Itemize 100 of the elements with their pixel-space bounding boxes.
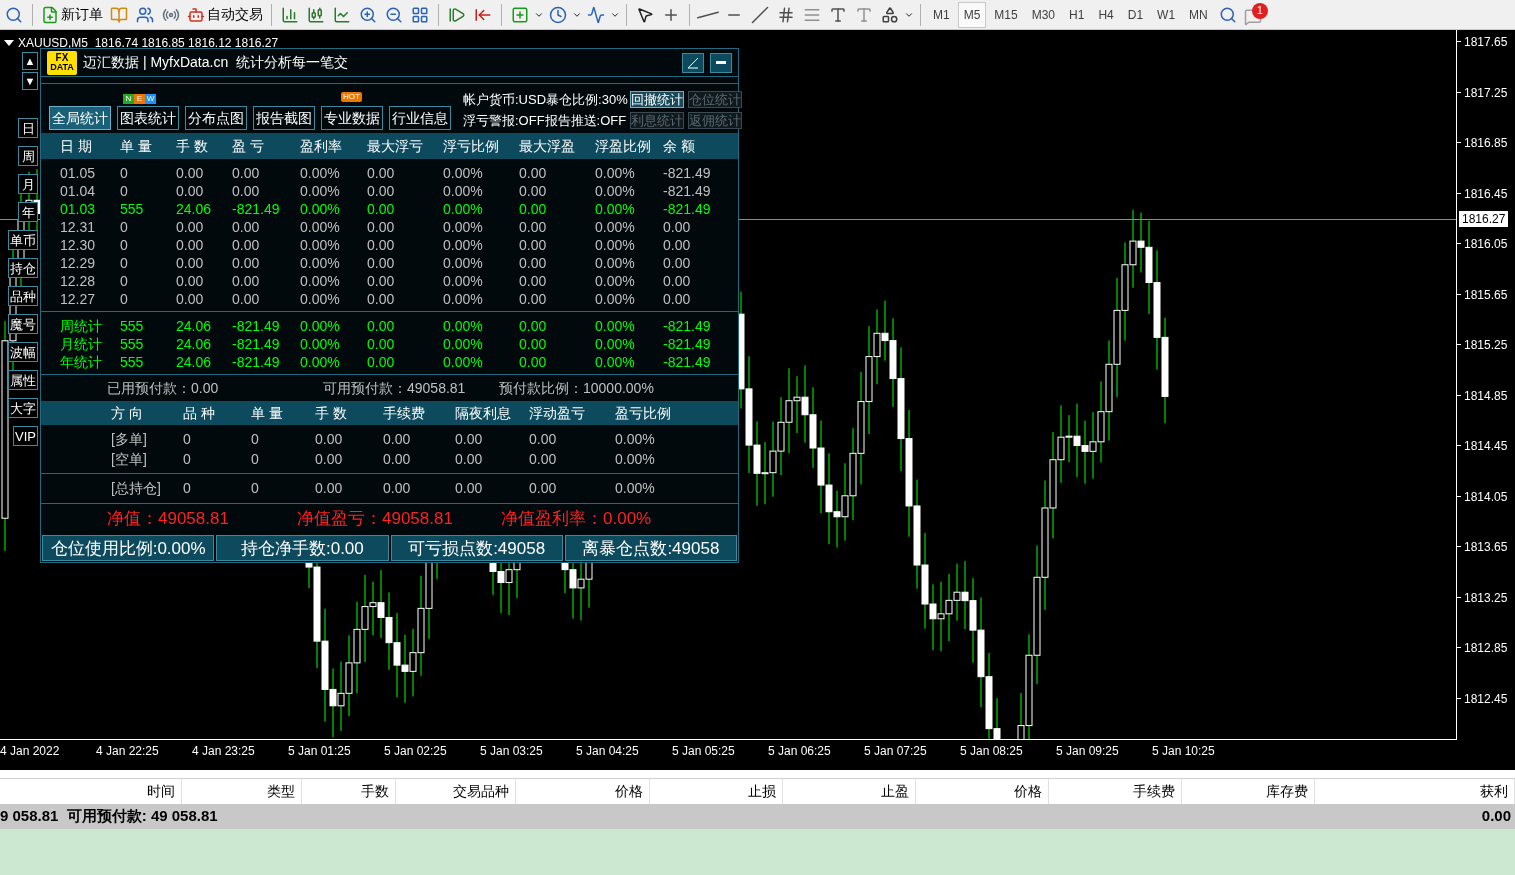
balance-text: 9 058.81 可用预付款: 49 058.81 xyxy=(0,806,218,827)
table-cell-text: 0.00% xyxy=(443,182,484,201)
scroll-button[interactable]: ▼ xyxy=(22,72,38,90)
collapse-triangle-icon[interactable] xyxy=(4,40,14,46)
time-label: 5 Jan 09:25 xyxy=(1056,744,1119,758)
table-cell-text: -821.49 xyxy=(232,317,281,336)
timeframe-button[interactable]: W1 xyxy=(1151,1,1182,28)
price-label: 1812.45 xyxy=(1464,690,1508,708)
margin-text: 可用预付款：49058.81 xyxy=(323,378,467,398)
table-cell-text: 0.00 xyxy=(367,290,396,309)
time-label: 5 Jan 06:25 xyxy=(768,744,831,758)
price-label: 1812.85 xyxy=(1464,640,1508,657)
stat-summary-button[interactable]: 离暴仓点数:49058 xyxy=(564,535,737,561)
table-cell-text: 0.00 xyxy=(176,236,205,255)
column-header: 交易品种 xyxy=(453,782,509,801)
column-header: 浮盈比例 xyxy=(595,136,652,156)
table-cell-text: 0 xyxy=(183,450,192,469)
table-cell-text: 0.00% xyxy=(595,290,636,309)
auto-trading-button[interactable]: 自动交易 xyxy=(185,1,265,28)
side-button[interactable]: 持仓 xyxy=(8,258,38,278)
price-label: 1814.45 xyxy=(1464,438,1508,455)
table-cell-text: 0.00 xyxy=(367,236,396,255)
info-text: 浮亏警报:OFF报告推送:OFF xyxy=(463,111,626,130)
timeframe-button[interactable]: MN xyxy=(1183,1,1214,28)
table-cell-text: 0.00 xyxy=(176,254,205,273)
stat-summary-button[interactable]: 可亏损点数:49058 xyxy=(390,535,563,561)
table-cell-text: 24.06 xyxy=(176,200,213,219)
info-text: 帐户货币:USD暴仓比例:30% xyxy=(463,91,626,109)
table-cell-text: 0.00% xyxy=(300,272,341,291)
table-cell-text: -821.49 xyxy=(663,182,712,201)
side-button[interactable]: 属性 xyxy=(8,370,38,390)
stat-summary-button[interactable]: 仓位使用比例:0.00% xyxy=(42,535,215,561)
side-button[interactable]: 大字 xyxy=(8,398,38,418)
table-cell-text: 12.30 xyxy=(60,236,97,255)
tab[interactable]: 图表统计 xyxy=(117,106,179,130)
table-cell-text: 0.00 xyxy=(519,164,548,183)
column-header: 库存费 xyxy=(1266,782,1308,801)
side-button[interactable]: 魔号 xyxy=(8,314,38,334)
timeframe-button[interactable]: D1 xyxy=(1121,1,1150,28)
table-cell-text: -821.49 xyxy=(663,335,712,354)
table-cell-text: -821.49 xyxy=(663,200,712,219)
table-cell-text: 0.00 xyxy=(663,272,692,291)
table-cell-text: 0.00% xyxy=(443,164,484,183)
side-button[interactable]: 周 xyxy=(18,146,38,166)
table-cell-text: 0.00% xyxy=(443,272,484,291)
timeframe-button[interactable]: M5 xyxy=(957,1,987,28)
table-cell-text: 0.00% xyxy=(615,479,656,498)
timeframe-button[interactable]: H1 xyxy=(1063,1,1091,28)
table-cell-text: 01.05 xyxy=(60,164,97,183)
scroll-button[interactable]: ▲ xyxy=(22,52,38,70)
timeframe-button[interactable]: H4 xyxy=(1092,1,1120,28)
stat-button[interactable]: 回撤统计 xyxy=(630,91,684,109)
tab[interactable]: 专业数据 xyxy=(321,106,383,130)
timeframe-button[interactable]: M30 xyxy=(1025,1,1062,28)
robot-icon xyxy=(187,5,205,24)
table-cell-text: 12.27 xyxy=(60,290,97,309)
table-cell-text: 12.28 xyxy=(60,272,97,291)
time-label: 5 Jan 05:25 xyxy=(672,744,735,758)
table-cell-text: 月统计 xyxy=(60,335,103,354)
tab[interactable]: 分布点图 xyxy=(185,106,247,130)
table-cell-text: 0.00 xyxy=(315,479,344,498)
column-header: 品 种 xyxy=(183,403,216,423)
column-header: 止盈 xyxy=(881,782,909,801)
table-cell-text: 0.00% xyxy=(443,335,484,354)
table-cell-text: 0.00 xyxy=(519,290,548,309)
table-cell-text: 0.00 xyxy=(519,272,548,291)
table-cell-text: 0.00 xyxy=(232,182,261,201)
side-button[interactable]: 年 xyxy=(18,202,38,222)
side-button[interactable]: VIP xyxy=(13,426,38,446)
column-header: 价格 xyxy=(1014,782,1042,801)
tab[interactable]: 全局统计 xyxy=(49,106,111,130)
panel-title: 迈汇数据 | MyfxData.cn 统计分析每一笔交 xyxy=(83,53,349,72)
minimize-button[interactable] xyxy=(710,52,732,73)
table-cell-text: 24.06 xyxy=(176,317,213,336)
edit-button[interactable] xyxy=(682,52,704,73)
chat-icon[interactable] xyxy=(1243,7,1262,26)
timeframe-button[interactable]: M15 xyxy=(988,1,1024,28)
table-cell-text: 0.00% xyxy=(443,290,484,309)
side-button[interactable]: 单币 xyxy=(8,230,38,250)
side-button[interactable]: 品种 xyxy=(8,286,38,306)
stat-summary-button[interactable]: 持仓净手数:0.00 xyxy=(216,535,389,561)
table-cell-text: 0.00 xyxy=(383,430,412,449)
price-label: 1816.45 xyxy=(1464,185,1508,203)
time-label: 5 Jan 07:25 xyxy=(864,744,927,758)
table-cell-text: 0 xyxy=(120,254,129,273)
table-cell-text: 0.00 xyxy=(315,450,344,469)
timeframe-button[interactable]: M1 xyxy=(927,1,956,28)
tab[interactable]: 报告截图 xyxy=(253,106,315,130)
side-button[interactable]: 月 xyxy=(18,174,38,194)
table-cell-text: 0.00 xyxy=(367,218,396,237)
side-button[interactable]: 日 xyxy=(18,118,38,138)
table-cell-text: 0.00 xyxy=(367,182,396,201)
new-order-button[interactable]: 新订单 xyxy=(39,1,105,28)
table-cell-text: 0.00 xyxy=(367,200,396,219)
side-button[interactable]: 波幅 xyxy=(8,342,38,362)
time-label: 4 Jan 23:25 xyxy=(192,744,255,758)
table-cell-text: 0.00 xyxy=(367,335,396,354)
tab[interactable]: 行业信息 xyxy=(389,106,451,130)
table-cell-text: 0.00 xyxy=(519,254,548,273)
table-cell-text: 0.00% xyxy=(595,272,636,291)
